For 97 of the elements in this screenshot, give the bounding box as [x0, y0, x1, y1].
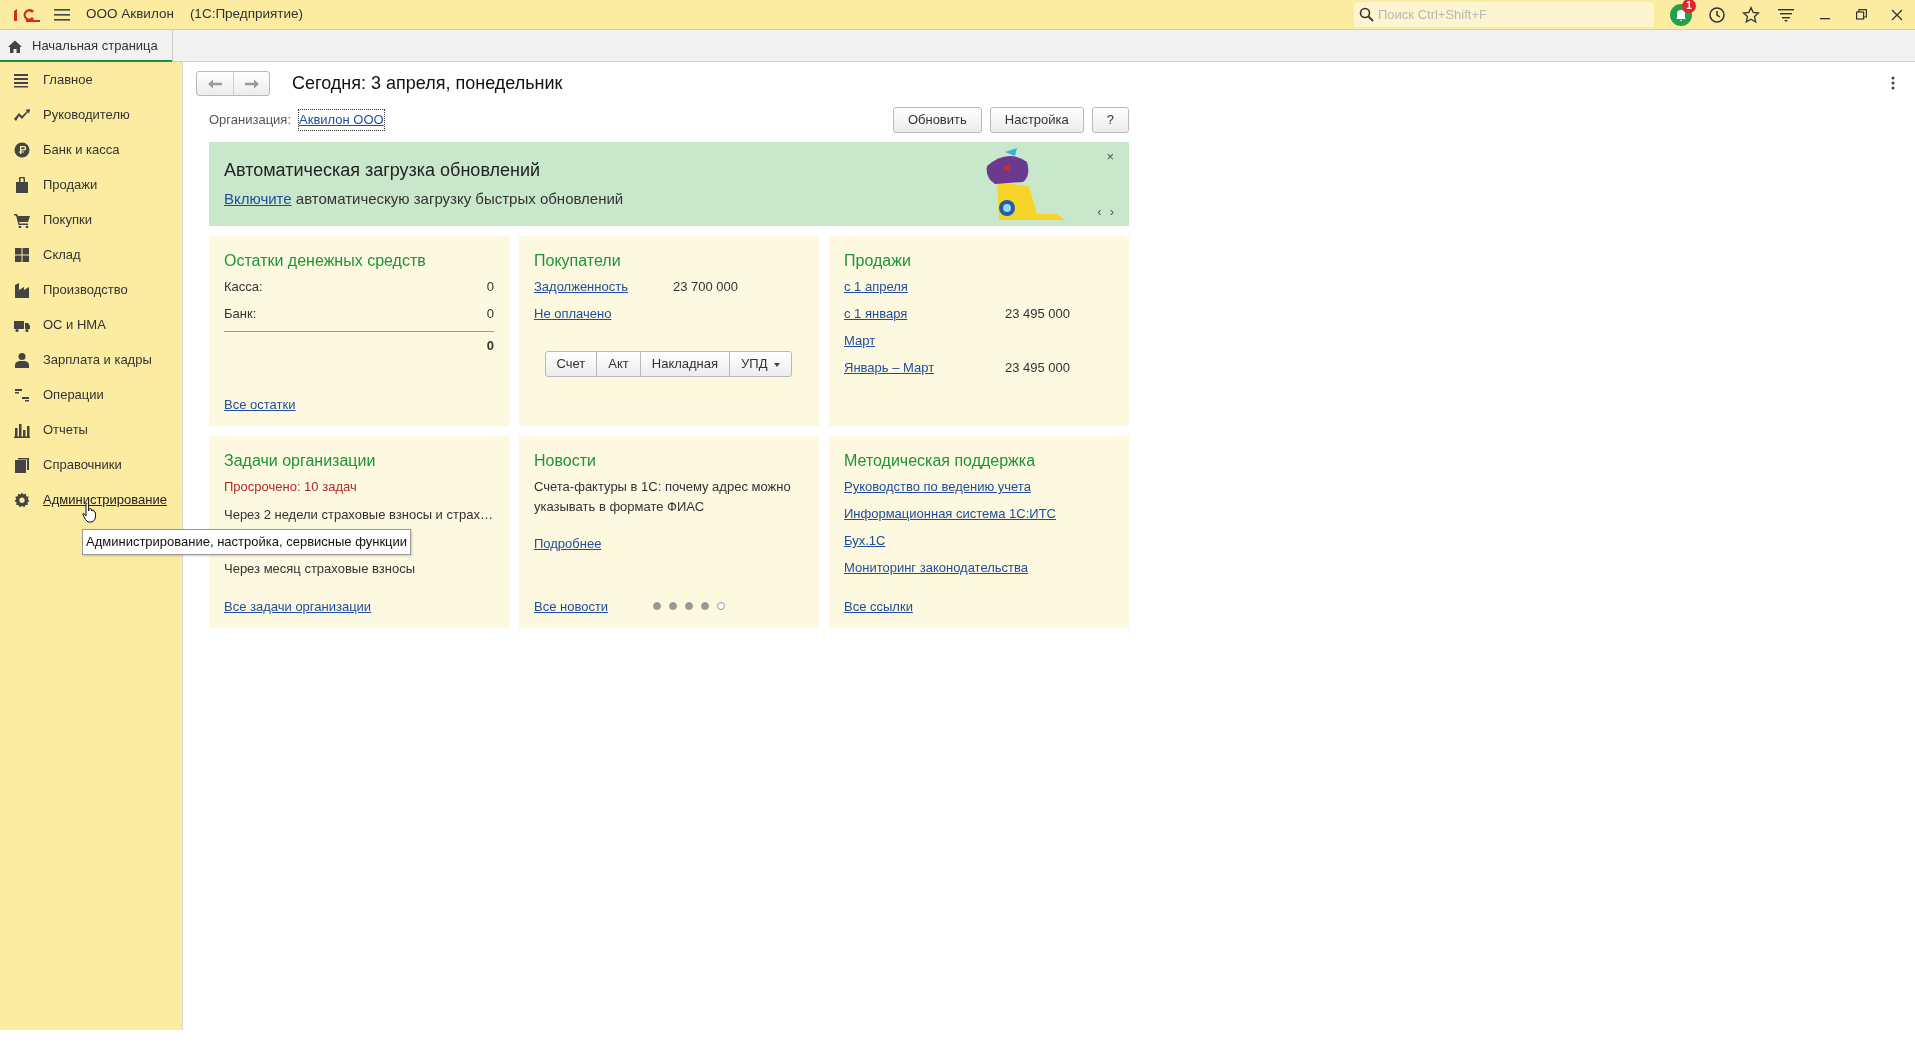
sidebar-item[interactable]: Банк и касса: [43, 139, 120, 160]
banner-text: автоматическую загрузку быстрых обновлений: [295, 190, 624, 208]
home-tab[interactable]: Начальная страница: [0, 30, 173, 62]
sidebar-item[interactable]: ОС и НМА: [43, 314, 106, 335]
close-button[interactable]: ×: [1106, 150, 1114, 163]
card-title: Задачи организации: [224, 451, 377, 471]
task-text: Через 2 недели страховые взносы и страх…: [224, 506, 494, 524]
toolbar-button[interactable]: Обновить: [892, 107, 982, 133]
banner-title: Автоматическая загрузка обновлений: [224, 159, 542, 183]
card-title: Продажи: [844, 251, 912, 271]
report-link[interactable]: Январь – Март: [844, 358, 1005, 385]
card-title: Покупатели: [534, 251, 622, 271]
dropdown-button[interactable]: УПД: [729, 351, 793, 377]
menu-icon[interactable]: [54, 7, 70, 22]
amount-value: 23 700 000: [673, 278, 739, 296]
report-link[interactable]: с 1 января: [844, 304, 1005, 331]
balance-value: 0: [486, 305, 494, 323]
restore-icon[interactable]: [1856, 9, 1867, 20]
sidebar-item[interactable]: Справочники: [43, 454, 122, 475]
notification-badge: 1: [1682, 0, 1696, 13]
document-button[interactable]: Акт: [596, 351, 641, 377]
home-icon: [8, 39, 22, 53]
previous-button[interactable]: ‹: [1097, 205, 1102, 218]
ledger-icon: [14, 386, 30, 403]
tooltip: Администрирование, настройка, сервисные функции: [82, 529, 412, 555]
report-link[interactable]: с 1 апреля: [844, 277, 1005, 304]
carousel-dot[interactable]: [701, 602, 710, 611]
all-links-link[interactable]: Все ссылки: [844, 598, 913, 614]
document-button[interactable]: Счет: [544, 351, 598, 377]
support-link[interactable]: Мониторинг законодательства: [844, 560, 1029, 575]
all-news-link[interactable]: Все новости: [534, 596, 609, 616]
search-field[interactable]: Поиск Ctrl+Shift+F: [1354, 2, 1654, 27]
grid-icon: [14, 246, 30, 263]
support-link[interactable]: Руководство по ведению учета: [844, 479, 1031, 494]
carousel-dot[interactable]: [685, 602, 694, 611]
history-icon[interactable]: [1708, 5, 1726, 24]
logo-icon[interactable]: [12, 6, 42, 23]
balance-label: Банк:: [224, 305, 257, 323]
factory-icon: [14, 281, 30, 298]
carousel-dot[interactable]: [653, 602, 662, 611]
all-tasks-link[interactable]: Все задачи организации: [224, 598, 372, 614]
toolbar-button[interactable]: Настройка: [989, 107, 1084, 133]
filter-icon[interactable]: [1778, 6, 1794, 23]
sidebar-item[interactable]: Зарплата и кадры: [43, 349, 152, 370]
balance-value: 0: [486, 278, 494, 296]
sidebar-item[interactable]: Руководителю: [43, 104, 130, 125]
overdue-text: Просрочено: 10 задач: [224, 478, 358, 496]
books-icon: [14, 456, 30, 473]
window-title: ООО Аквилон: [86, 5, 174, 24]
support-link[interactable]: Информационная система 1С:ИТС: [844, 506, 1056, 521]
carousel-dot[interactable]: [717, 602, 726, 611]
support-link[interactable]: Бух.1С: [844, 533, 886, 548]
report-link[interactable]: Не оплачено: [534, 304, 673, 331]
carousel-dot[interactable]: [669, 602, 678, 611]
sidebar-item[interactable]: Продажи: [43, 174, 98, 195]
card-title: Новости: [534, 451, 597, 471]
read-more-link[interactable]: Подробнее: [534, 536, 602, 551]
balance-label: Касса:: [224, 278, 263, 296]
bar-chart-icon: [14, 421, 30, 438]
news-text: Счета-фактуры в 1С: почему адрес можно указывать в формате ФИАС: [534, 478, 792, 516]
balance-total: 0: [486, 337, 494, 355]
sidebar-item[interactable]: Администрирование: [43, 489, 167, 510]
person-icon: [14, 351, 30, 368]
close-icon[interactable]: [1891, 8, 1903, 21]
sidebar-item[interactable]: Главное: [43, 69, 93, 90]
organization-link[interactable]: Аквилон ООО: [299, 110, 384, 130]
amount-value: 23 495 000: [1005, 305, 1071, 323]
window-subtitle: (1С:Предприятие): [189, 5, 304, 24]
list-icon: [14, 71, 30, 88]
gear-icon: [14, 491, 30, 508]
next-button[interactable]: ›: [1109, 205, 1114, 218]
search-icon: [1359, 7, 1374, 22]
ruble-coin-icon: [14, 141, 30, 158]
card-title: Остатки денежных средств: [224, 251, 427, 271]
document-button[interactable]: Накладная: [639, 351, 731, 377]
enable-link[interactable]: Включите: [224, 190, 292, 208]
star-icon[interactable]: [1742, 5, 1760, 24]
page-title: Сегодня: 3 апреля, понедельник: [292, 72, 563, 95]
trend-icon: [14, 106, 30, 123]
sidebar-item[interactable]: Операции: [43, 384, 104, 405]
report-link[interactable]: Задолженность: [534, 277, 673, 304]
left-arrow-icon: [208, 79, 222, 90]
more-options-icon[interactable]: [1891, 76, 1895, 90]
help-button[interactable]: ?: [1091, 107, 1129, 133]
sidebar-item[interactable]: Отчеты: [43, 419, 88, 440]
right-arrow-icon: [244, 79, 259, 90]
sidebar-item[interactable]: Покупки: [43, 209, 92, 230]
task-text: Через месяц страховые взносы: [224, 560, 416, 578]
sidebar-item[interactable]: Производство: [43, 279, 128, 300]
cart-icon: [14, 211, 30, 228]
report-link[interactable]: Март: [844, 331, 1005, 358]
organization-label: Организация:: [209, 111, 292, 130]
all-balances-link[interactable]: Все остатки: [224, 396, 296, 412]
amount-value: 23 495 000: [1005, 359, 1071, 377]
bag-icon: [14, 176, 30, 193]
card-title: Методическая поддержка: [844, 451, 1037, 471]
sidebar-item[interactable]: Склад: [43, 244, 81, 265]
